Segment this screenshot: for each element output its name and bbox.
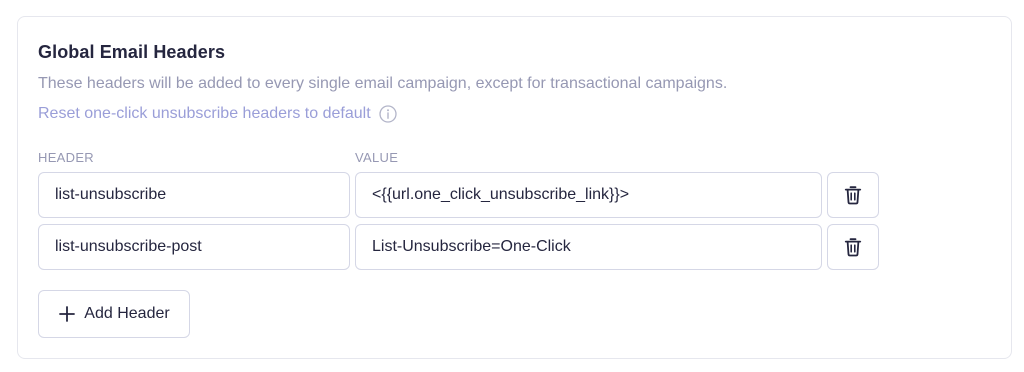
column-header-label: HEADER xyxy=(38,150,94,165)
add-header-button[interactable]: Add Header xyxy=(38,290,190,338)
header-value-input[interactable]: <{{url.one_click_unsubscribe_link}}> xyxy=(355,172,822,218)
delete-header-button[interactable] xyxy=(827,172,879,218)
header-value-input[interactable]: List-Unsubscribe=One-Click xyxy=(355,224,822,270)
reset-headers-link[interactable]: Reset one-click unsubscribe headers to d… xyxy=(38,105,397,123)
delete-header-button[interactable] xyxy=(827,224,879,270)
column-value-label: VALUE xyxy=(355,150,399,165)
info-icon[interactable] xyxy=(378,105,397,123)
add-header-label: Add Header xyxy=(84,305,170,322)
header-name-input[interactable]: list-unsubscribe-post xyxy=(38,224,350,270)
section-title: Global Email Headers xyxy=(38,42,226,62)
section-description: These headers will be added to every sin… xyxy=(38,75,728,92)
trash-icon xyxy=(844,186,862,205)
plus-icon xyxy=(59,306,76,322)
header-name-input[interactable]: list-unsubscribe xyxy=(38,172,350,218)
trash-icon xyxy=(844,238,862,257)
reset-headers-label: Reset one-click unsubscribe headers to d… xyxy=(38,105,371,122)
